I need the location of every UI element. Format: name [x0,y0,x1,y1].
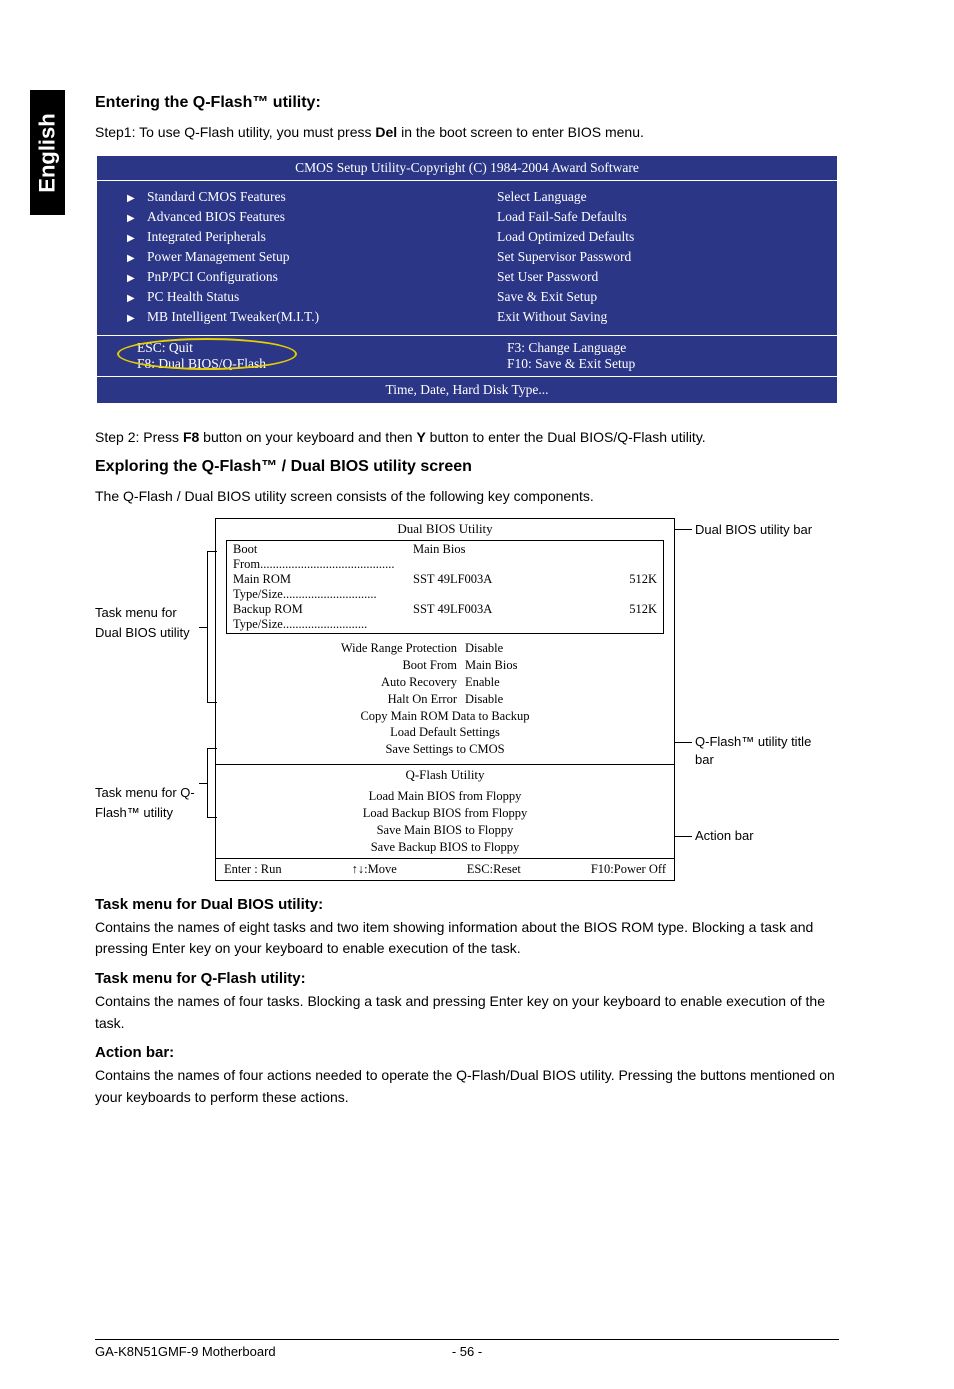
bios-menu-item: Load Optimized Defaults [467,227,837,247]
menu-value: Disable [465,691,585,708]
label-task-dual: Task menu for Dual BIOS utility [95,603,195,642]
boot-from-label: Boot From [233,542,260,571]
boot-from-value: Main Bios [413,542,597,572]
sub-text-action: Contains the names of four actions neede… [95,1065,839,1108]
label-action-bar: Action bar [695,828,754,843]
label-task-qflash: Task menu for Q-Flash™ utility [95,783,205,822]
step1-post: in the boot screen to enter BIOS menu. [397,124,644,140]
bios-footer-keys: ESC: Quit F8: Dual BIOS/Q-Flash F3: Chan… [97,336,837,377]
menu-item: Save Main BIOS to Floppy [216,822,674,839]
step2-text: Step 2: Press F8 button on your keyboard… [95,427,839,449]
dual-bios-info-box: Boot From...............................… [226,540,664,634]
step2-key2: Y [416,429,425,445]
bios-menu-item: Load Fail-Safe Defaults [467,207,837,227]
menu-item: Boot From [305,657,465,674]
triangle-icon: ▶ [127,233,147,244]
triangle-icon: ▶ [127,253,147,264]
action-enter: Enter : Run [224,862,282,877]
sub-heading-qflash: Task menu for Q-Flash utility: [95,970,839,987]
bios-f10-save: F10: Save & Exit Setup [507,356,837,372]
heading-exploring: Exploring the Q-Flash™ / Dual BIOS utili… [95,458,839,476]
menu-item: Save Backup BIOS to Floppy [216,839,674,856]
backup-rom-size: 512K [597,602,657,632]
bios-menu-item: ▶MB Intelligent Tweaker(M.I.T.) [97,307,467,327]
bios-title: CMOS Setup Utility-Copyright (C) 1984-20… [97,156,837,181]
triangle-icon: ▶ [127,193,147,204]
menu-item: Wide Range Protection [305,640,465,657]
action-bar: Enter : Run ↑↓:Move ESC:Reset F10:Power … [216,858,674,880]
action-f10: F10:Power Off [591,862,666,877]
bios-help-text: Time, Date, Hard Disk Type... [97,377,837,403]
bios-menu-item: ▶PC Health Status [97,287,467,307]
label-dual-bar: Dual BIOS utility bar [695,522,812,537]
bios-right-col: Select Language Load Fail-Safe Defaults … [467,181,837,335]
menu-value: Enable [465,674,585,691]
main-rom-value: SST 49LF003A [413,572,597,602]
diagram-left-labels: Task menu for Dual BIOS utility Task men… [95,518,215,881]
bios-menu-item: Select Language [467,187,837,207]
connector-line [199,627,207,628]
heading-entering: Entering the Q-Flash™ utility: [95,94,839,112]
menu-item: Auto Recovery [305,674,465,691]
sub-text-dual: Contains the names of eight tasks and tw… [95,917,839,960]
triangle-icon: ▶ [127,273,147,284]
intro2-text: The Q-Flash / Dual BIOS utility screen c… [95,486,839,508]
footer-page: - 56 - [437,1344,497,1359]
bios-menu-item: ▶Advanced BIOS Features [97,207,467,227]
action-esc: ESC:Reset [467,862,521,877]
dual-bios-menu: Wide Range ProtectionDisable Boot FromMa… [216,638,674,760]
triangle-icon: ▶ [127,213,147,224]
bios-menu-item: ▶Standard CMOS Features [97,187,467,207]
dual-bios-diagram: Task menu for Dual BIOS utility Task men… [95,518,839,881]
step2-post: button to enter the Dual BIOS/Q-Flash ut… [426,429,706,445]
menu-item: Load Backup BIOS from Floppy [216,805,674,822]
highlight-ellipse [117,338,297,370]
qflash-menu: Load Main BIOS from Floppy Load Backup B… [216,786,674,858]
step1-key: Del [375,124,397,140]
menu-item: Halt On Error [305,691,465,708]
sub-heading-action: Action bar: [95,1044,839,1061]
page-footer: GA-K8N51GMF-9 Motherboard - 56 - [95,1339,839,1359]
bios-menu-item: Exit Without Saving [467,307,837,327]
step2-key1: F8 [183,429,199,445]
bios-left-col: ▶Standard CMOS Features ▶Advanced BIOS F… [97,181,467,335]
step2-mid: button on your keyboard and then [199,429,416,445]
bios-menu-item: ▶PnP/PCI Configurations [97,267,467,287]
menu-value: Main Bios [465,657,585,674]
menu-value: Disable [465,640,585,657]
menu-item: Load Main BIOS from Floppy [216,788,674,805]
step2-pre: Step 2: Press [95,429,183,445]
action-move: ↑↓:Move [352,862,397,877]
bios-setup-screenshot: CMOS Setup Utility-Copyright (C) 1984-20… [95,154,839,405]
bios-menu-item: ▶Integrated Peripherals [97,227,467,247]
sub-heading-dual: Task menu for Dual BIOS utility: [95,896,839,913]
backup-rom-value: SST 49LF003A [413,602,597,632]
main-rom-size: 512K [597,572,657,602]
bios-menu-item: ▶Power Management Setup [97,247,467,267]
bios-f3-lang: F3: Change Language [507,340,837,356]
dual-bios-screen: Dual BIOS Utility Boot From.............… [215,518,675,881]
sub-text-qflash: Contains the names of four tasks. Blocki… [95,991,839,1034]
label-qflash-bar: Q-Flash™ utility title bar [695,733,830,769]
triangle-icon: ▶ [127,293,147,304]
step1-text: Step1: To use Q-Flash utility, you must … [95,122,839,144]
bios-menu-item: Save & Exit Setup [467,287,837,307]
diagram-right-labels: Dual BIOS utility bar Q-Flash™ utility t… [675,518,830,881]
triangle-icon: ▶ [127,313,147,324]
menu-item: Load Default Settings [216,724,674,741]
menu-item: Save Settings to CMOS [216,741,674,758]
bios-menu-item: Set Supervisor Password [467,247,837,267]
footer-product: GA-K8N51GMF-9 Motherboard [95,1344,437,1359]
dual-bios-title: Dual BIOS Utility [216,519,674,540]
qflash-title: Q-Flash Utility [216,765,674,786]
bios-menu-item: Set User Password [467,267,837,287]
menu-item: Copy Main ROM Data to Backup [216,708,674,725]
step1-pre: Step1: To use Q-Flash utility, you must … [95,124,375,140]
